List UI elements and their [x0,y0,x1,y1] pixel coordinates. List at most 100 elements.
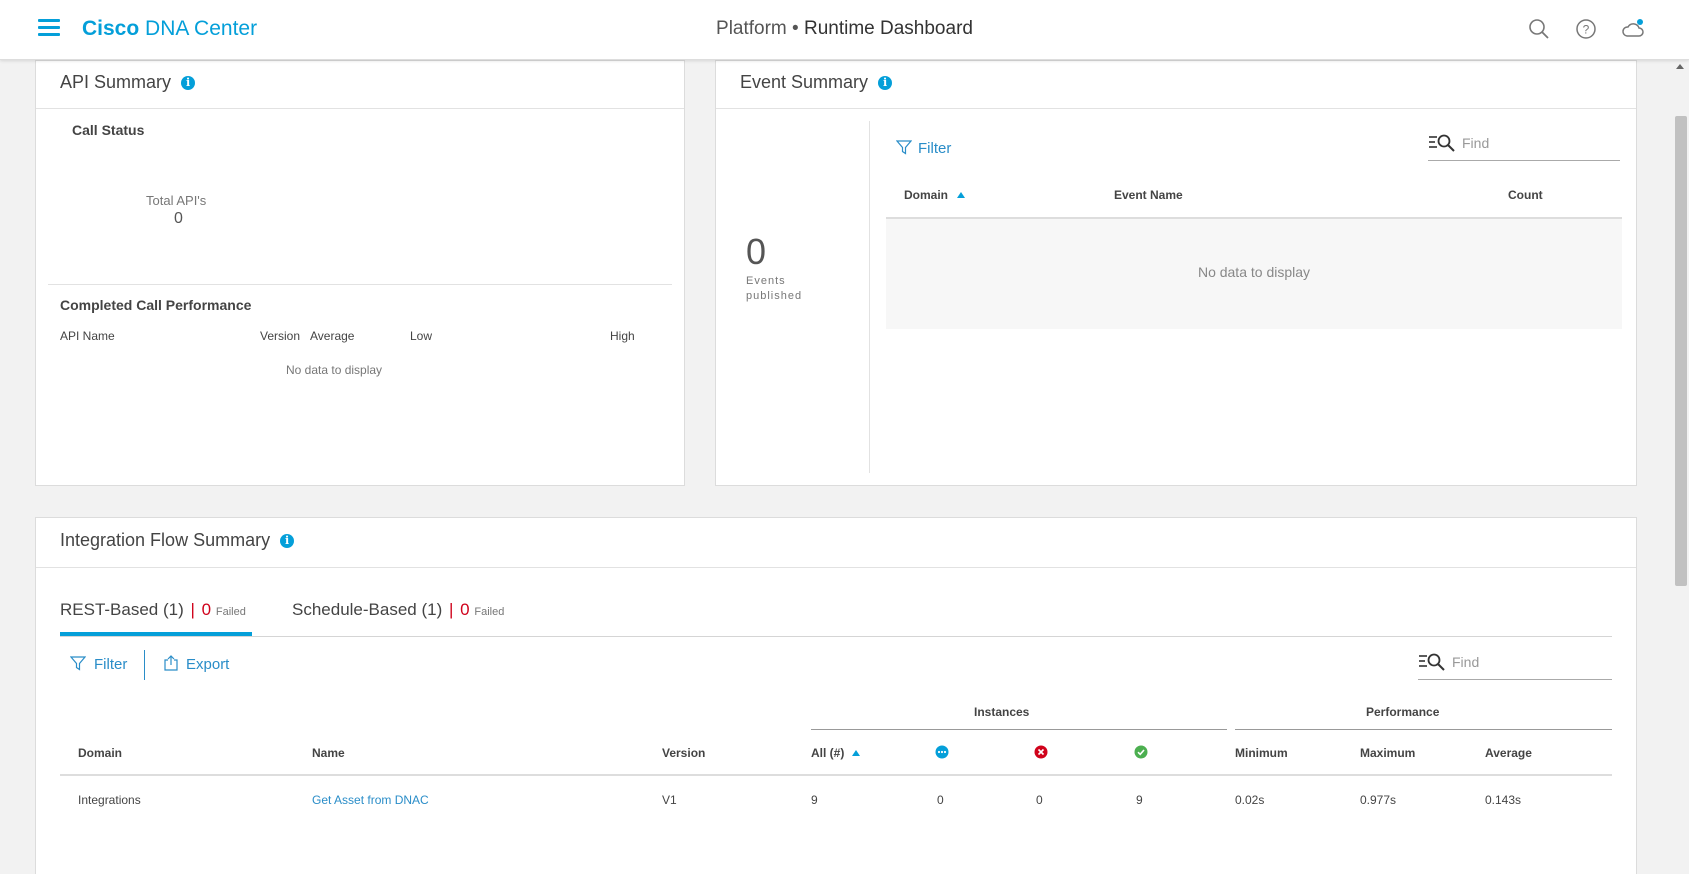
flow-name-link[interactable]: Get Asset from DNAC [312,793,429,807]
col-all-label: All (#) [811,746,845,760]
tab-schedule-failed-count: 0 [460,600,470,619]
divider [36,567,1636,568]
cell-domain: Integrations [78,793,141,807]
cell-success: 9 [1136,793,1143,807]
info-icon[interactable]: i [878,76,893,90]
tabs-divider [60,636,1612,637]
col-domain[interactable]: Domain [904,188,966,202]
col-average[interactable]: Average [310,329,354,343]
info-icon[interactable]: i [280,534,295,548]
toolbar-divider [144,650,145,680]
col-average[interactable]: Average [1485,746,1532,760]
tab-rest-failed-count: 0 [201,600,212,619]
tab-separator: | [190,600,195,619]
filter-icon [69,656,87,671]
event-empty-area: No data to display [886,219,1622,329]
event-find-field[interactable] [1428,129,1620,161]
cell-all: 9 [811,793,818,807]
export-label: Export [186,656,230,673]
col-count[interactable]: Count [1508,188,1543,202]
divider [716,108,1636,109]
total-apis-label: Total API's [146,193,207,208]
col-high[interactable]: High [610,329,635,343]
api-summary-title-text: API Summary [60,72,172,92]
api-summary-title: API Summary i [60,72,196,93]
success-icon[interactable] [1134,745,1148,759]
tab-rest-based[interactable]: REST-Based (1) | 0 Failed [60,600,246,620]
completed-call-performance-heading: Completed Call Performance [60,297,252,313]
performance-group-line [1235,729,1612,730]
table-row[interactable]: Integrations Get Asset from DNAC V1 9 0 … [60,780,1612,820]
vertical-divider [869,121,870,473]
flow-find-field[interactable] [1418,648,1612,680]
api-empty-message: No data to display [286,363,383,377]
table-header-divider [60,774,1612,776]
find-list-icon [1419,653,1445,671]
col-minimum[interactable]: Minimum [1235,746,1288,760]
event-summary-card: Event Summary i 0 Events published Filter… [715,60,1637,486]
tab-rest-failed-label: Failed [215,606,246,618]
event-filter-label: Filter [918,140,952,157]
scroll-up-arrow-icon[interactable] [1676,64,1684,69]
events-count: 0 [746,231,767,272]
integration-flow-card: Integration Flow Summary i REST-Based (1)… [35,517,1637,874]
page-title: Platform • Runtime Dashboard [0,18,1689,40]
col-low[interactable]: Low [410,329,432,343]
divider [36,108,684,109]
col-event-name[interactable]: Event Name [1114,188,1183,202]
cell-version: V1 [662,793,677,807]
page-name: Runtime Dashboard [803,18,973,39]
col-domain-label: Domain [904,188,949,202]
page-section: Platform [716,18,787,39]
col-api-name[interactable]: API Name [60,329,115,343]
integration-title-text: Integration Flow Summary [60,530,271,550]
export-icon [164,655,178,671]
cell-minimum: 0.02s [1235,793,1265,807]
instances-group-header: Instances [974,705,1030,719]
call-status-heading: Call Status [72,122,145,138]
instances-group-line [811,729,1227,730]
col-maximum[interactable]: Maximum [1360,746,1415,760]
top-header: Cisco DNA Center Platform • Runtime Dash… [0,0,1689,60]
event-summary-title: Event Summary i [740,72,893,93]
col-name[interactable]: Name [312,746,345,760]
col-version[interactable]: Version [260,329,300,343]
event-empty-message: No data to display [1197,264,1311,280]
flow-filter-button[interactable]: Filter [69,655,128,673]
svg-text:?: ? [1583,23,1590,37]
scrollbar-thumb[interactable] [1675,116,1687,586]
tab-schedule-failed-label: Failed [474,606,505,618]
cell-in-progress: 0 [937,793,944,807]
tab-rest-label: REST-Based (1) [60,600,184,619]
event-find-input[interactable] [1462,135,1602,151]
total-apis-value: 0 [174,210,183,227]
in-progress-icon[interactable] [935,745,949,759]
events-label: Events [746,275,786,287]
col-domain[interactable]: Domain [78,746,122,760]
failed-icon[interactable] [1034,745,1048,759]
published-label: published [746,290,803,302]
cell-failed: 0 [1036,793,1043,807]
flow-find-input[interactable] [1452,654,1592,670]
col-version[interactable]: Version [662,746,705,760]
export-button[interactable]: Export [164,655,229,673]
title-separator: • [792,18,799,39]
find-list-icon [1429,134,1455,152]
tab-separator: | [449,600,454,619]
event-filter-button[interactable]: Filter [895,139,952,157]
search-icon[interactable] [1527,17,1551,41]
divider [48,284,672,285]
info-icon[interactable]: i [181,76,196,90]
cell-average: 0.143s [1485,793,1522,807]
tab-schedule-label: Schedule-Based (1) [292,600,443,619]
event-summary-title-text: Event Summary [740,72,869,92]
flow-filter-label: Filter [94,656,128,673]
filter-icon [895,140,913,155]
tab-schedule-based[interactable]: Schedule-Based (1) | 0 Failed [292,600,504,620]
help-icon[interactable]: ? [1574,17,1598,41]
cloud-notification-icon[interactable] [1621,17,1645,41]
api-summary-card: API Summary i Call Status Total API's 0 C… [35,60,685,486]
cell-maximum: 0.977s [1360,793,1397,807]
performance-group-header: Performance [1366,705,1440,719]
col-all[interactable]: All (#) [811,746,860,760]
